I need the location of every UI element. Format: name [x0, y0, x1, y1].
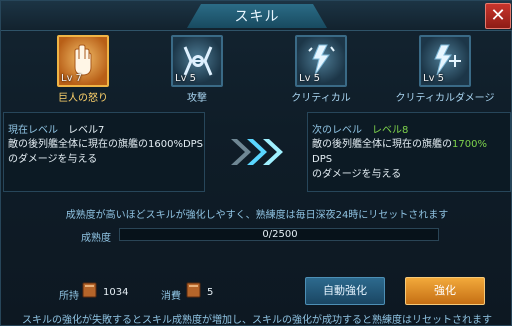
skill-name: 攻撃	[187, 93, 207, 104]
dialog-title: スキル	[234, 9, 280, 25]
owned-value: 1034	[103, 287, 129, 298]
title-bar: スキル ✕	[1, 1, 512, 31]
proficiency-note: 成熟度が高いほどスキルが強化しやすく、熟練度は毎日深夜24時にリセットされます	[65, 210, 449, 221]
proficiency-label: 成熟度	[81, 233, 111, 244]
skill-level: Lv 5	[423, 73, 445, 84]
critical-icon: Lv 5	[295, 35, 347, 87]
next-level-box: 次のレベル レベル8 敵の後列艦全体に現在の旗艦の1700% DPS のダメージを…	[307, 112, 511, 192]
skill-attack[interactable]: Lv 5 攻撃	[147, 35, 247, 104]
skill-dialog: スキル ✕ Lv 7 巨人の怒り Lv 5 攻撃 Lv 5 クリティカル Lv …	[0, 0, 512, 326]
current-level-header: 現在レベル レベル7	[8, 121, 104, 136]
close-icon: ✕	[490, 5, 506, 26]
skill-name: 巨人の怒り	[58, 93, 108, 104]
next-desc-line2: のダメージを与える	[312, 169, 402, 180]
cost-value: 5	[207, 287, 214, 298]
current-desc-line2: のダメージを与える	[8, 154, 98, 165]
skill-level: Lv 7	[61, 73, 83, 84]
enhance-button[interactable]: 強化	[405, 277, 485, 305]
skill-level: Lv 5	[175, 73, 197, 84]
cost-label: 消費	[161, 291, 181, 302]
next-desc-highlight: 1700%	[452, 139, 487, 150]
footer-note: スキルの強化が失敗するとスキル成熟度が増加し、スキルの強化が成功すると熟練度はリ…	[22, 315, 492, 326]
next-level-value: レベル8	[372, 125, 409, 136]
next-level-desc: 敵の後列艦全体に現在の旗艦の1700% DPS のダメージを与える	[312, 137, 508, 182]
skill-name: クリティカルダメージ	[395, 93, 495, 104]
proficiency-value: 0/2500	[262, 229, 298, 240]
skill-name: クリティカル	[291, 93, 351, 104]
critical-damage-icon: Lv 5	[419, 35, 471, 87]
chevron-right-icon	[231, 139, 283, 165]
next-level-header: 次のレベル レベル8	[312, 121, 408, 136]
skill-critical[interactable]: Lv 5 クリティカル	[271, 35, 371, 104]
current-desc-line1: 敵の後列艦全体に現在の旗艦の1600%DPS	[8, 139, 204, 150]
book-icon	[82, 282, 97, 298]
next-desc-pre: 敵の後列艦全体に現在の旗艦の	[312, 139, 452, 150]
current-level-value: レベル7	[68, 125, 105, 136]
skill-level: Lv 5	[299, 73, 321, 84]
proficiency-bar: 0/2500	[119, 228, 439, 241]
fist-icon: Lv 7	[57, 35, 109, 87]
owned-label: 所持	[59, 291, 79, 302]
current-level-label: 現在レベル	[8, 125, 58, 136]
auto-enhance-button[interactable]: 自動強化	[305, 277, 385, 305]
close-button[interactable]: ✕	[485, 3, 511, 29]
next-level-label: 次のレベル	[312, 125, 362, 136]
skill-giant-rage[interactable]: Lv 7 巨人の怒り	[33, 35, 133, 104]
current-level-box: 現在レベル レベル7 敵の後列艦全体に現在の旗艦の1600%DPS のダメージを与…	[3, 112, 205, 192]
book-icon	[186, 282, 201, 298]
next-desc-post: DPS	[312, 154, 333, 165]
tie-fighter-icon: Lv 5	[171, 35, 223, 87]
skill-critical-damage[interactable]: Lv 5 クリティカルダメージ	[395, 35, 495, 104]
current-level-desc: 敵の後列艦全体に現在の旗艦の1600%DPS のダメージを与える	[8, 137, 204, 167]
skill-list: Lv 7 巨人の怒り Lv 5 攻撃 Lv 5 クリティカル Lv 5 クリティ…	[1, 35, 512, 105]
